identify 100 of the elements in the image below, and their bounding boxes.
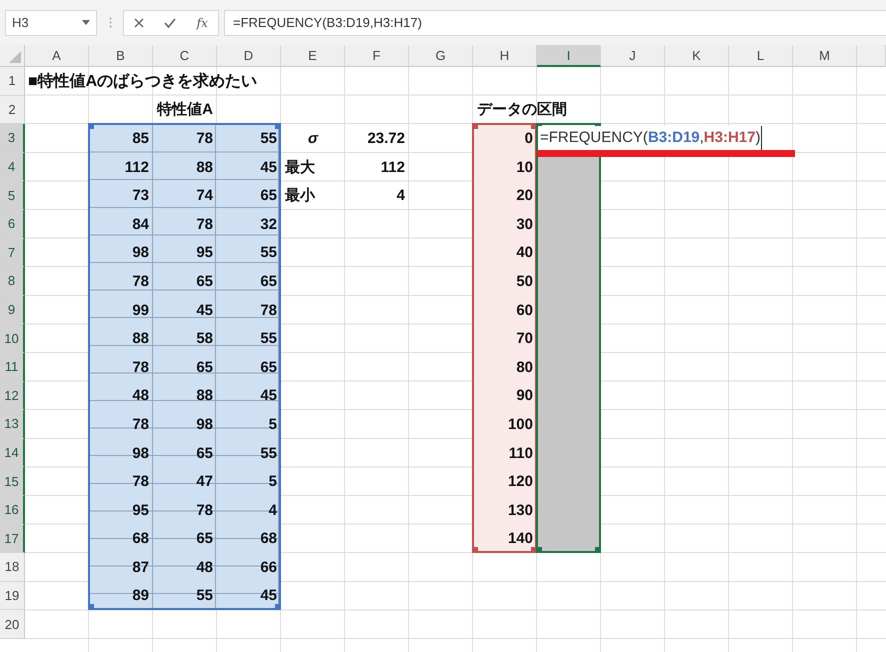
table-cell-text: 78 bbox=[195, 128, 214, 149]
table-cell-text: 88 bbox=[195, 386, 214, 406]
table-cell-text: 98 bbox=[131, 243, 150, 264]
table-cell-text: データの区間 bbox=[476, 100, 568, 120]
table-cell-text: 78 bbox=[131, 414, 150, 435]
row-header[interactable]: 1 bbox=[0, 67, 25, 96]
table-cell-text: 55 bbox=[259, 243, 278, 264]
table-cell-text: 10 bbox=[515, 158, 534, 178]
row-header[interactable]: 4 bbox=[0, 152, 25, 182]
table-cell-text: 80 bbox=[515, 358, 534, 378]
row-header[interactable]: 6 bbox=[0, 210, 25, 239]
row-header[interactable]: 11 bbox=[0, 352, 25, 382]
column-header[interactable]: A bbox=[25, 45, 89, 67]
table-cell-text: 84 bbox=[131, 214, 150, 235]
row-header[interactable]: 7 bbox=[0, 238, 25, 268]
table-cell-text: 87 bbox=[131, 558, 150, 578]
column-header[interactable]: K bbox=[665, 45, 729, 67]
table-cell-text: 99 bbox=[131, 300, 150, 321]
insert-function-button[interactable]: fx bbox=[196, 16, 208, 30]
table-cell-text: 100 bbox=[506, 414, 534, 435]
table-cell-text: 78 bbox=[259, 300, 278, 321]
table-cell-text: 78 bbox=[131, 472, 150, 492]
table-cell-text: 55 bbox=[259, 128, 278, 149]
row-header[interactable]: 14 bbox=[0, 438, 25, 468]
table-cell-text: 140 bbox=[506, 529, 534, 550]
table-cell-text: ■特性値Aのばらつきを求めたい bbox=[27, 72, 258, 92]
row-header[interactable]: 10 bbox=[0, 324, 25, 353]
name-box[interactable]: H3 bbox=[5, 10, 97, 36]
table-cell-text: 78 bbox=[195, 214, 214, 235]
column-header[interactable]: D bbox=[217, 45, 281, 67]
formula-field[interactable]: =FREQUENCY(B3:D19,H3:H17) bbox=[224, 10, 886, 36]
table-cell-text: 0 bbox=[524, 128, 534, 149]
table-cell-text: 32 bbox=[259, 214, 278, 235]
table-cell-text: 65 bbox=[259, 358, 278, 378]
table-cell-text: 5 bbox=[268, 414, 278, 435]
table-cell-text: 55 bbox=[195, 586, 214, 606]
row-header[interactable]: 12 bbox=[0, 382, 25, 410]
table-cell-text: σ bbox=[307, 128, 320, 149]
table-cell-text: 65 bbox=[259, 272, 278, 292]
table-cell-text: 45 bbox=[195, 300, 214, 321]
check-icon[interactable] bbox=[164, 18, 176, 28]
table-cell-text: 98 bbox=[195, 414, 214, 435]
table-cell-text: 78 bbox=[131, 358, 150, 378]
row-header[interactable]: 15 bbox=[0, 467, 25, 496]
table-cell-text: 30 bbox=[515, 214, 534, 235]
cancel-icon[interactable] bbox=[134, 18, 144, 28]
table-cell-text: 5 bbox=[268, 472, 278, 492]
column-header[interactable]: I bbox=[537, 45, 601, 67]
table-cell-text: 48 bbox=[131, 386, 150, 406]
row-header[interactable]: 20 bbox=[0, 610, 25, 639]
column-header[interactable]: G bbox=[409, 45, 473, 67]
cell-editor[interactable]: =FREQUENCY(B3:D19,H3:H17) bbox=[538, 126, 762, 150]
column-header[interactable]: J bbox=[601, 45, 665, 67]
column-header[interactable]: L bbox=[729, 45, 793, 67]
column-header[interactable]: C bbox=[153, 45, 217, 67]
table-cell-text: 23.72 bbox=[366, 128, 406, 149]
column-header[interactable]: E bbox=[281, 45, 345, 67]
row-header[interactable]: 16 bbox=[0, 496, 25, 524]
table-cell-text: 20 bbox=[515, 186, 534, 206]
column-header[interactable]: F bbox=[345, 45, 409, 67]
cell-reference: H3 bbox=[12, 15, 29, 30]
table-cell-text: 88 bbox=[131, 329, 150, 350]
table-cell-text: 120 bbox=[506, 472, 534, 492]
table-cell-text: 45 bbox=[259, 386, 278, 406]
row-header[interactable]: 2 bbox=[0, 96, 25, 124]
table-cell-text: 47 bbox=[195, 472, 214, 492]
table-cell-text: 73 bbox=[131, 186, 150, 206]
table-cell-text: 90 bbox=[515, 386, 534, 406]
table-cell-text: 88 bbox=[195, 158, 214, 178]
table-cell-text: 40 bbox=[515, 243, 534, 264]
table-cell-text: 112 bbox=[124, 158, 150, 178]
table-cell-text: 4 bbox=[396, 186, 406, 206]
row-header[interactable]: 5 bbox=[0, 181, 25, 210]
table-cell-text: 58 bbox=[195, 329, 214, 350]
row-header[interactable]: 18 bbox=[0, 553, 25, 582]
table-cell-text: 最小 bbox=[284, 186, 316, 206]
column-header[interactable]: H bbox=[473, 45, 537, 67]
dropdown-icon[interactable] bbox=[82, 20, 90, 25]
row-header[interactable]: 8 bbox=[0, 267, 25, 296]
table-cell-text: 95 bbox=[131, 500, 150, 521]
table-cell-text: 66 bbox=[259, 558, 278, 578]
table-cell-text: 48 bbox=[195, 558, 214, 578]
row-header[interactable]: 9 bbox=[0, 296, 25, 324]
table-cell-text: 98 bbox=[131, 444, 150, 464]
row-header[interactable]: 19 bbox=[0, 582, 25, 610]
table-cell-text: 特性値A bbox=[156, 100, 214, 120]
table-cell-text: 65 bbox=[195, 358, 214, 378]
column-header[interactable]: M bbox=[793, 45, 857, 67]
table-cell-text: 60 bbox=[515, 300, 534, 321]
table-cell-text: 65 bbox=[259, 186, 278, 206]
table-cell-text: 50 bbox=[515, 272, 534, 292]
table-cell-text: 85 bbox=[131, 128, 150, 149]
table-cell-text: 130 bbox=[506, 500, 534, 521]
row-header[interactable]: 17 bbox=[0, 524, 25, 554]
column-header[interactable]: B bbox=[89, 45, 153, 67]
grip-icon bbox=[108, 17, 112, 28]
row-header[interactable]: 13 bbox=[0, 410, 25, 439]
row-header[interactable]: 3 bbox=[0, 124, 25, 153]
table-cell-text: 65 bbox=[195, 444, 214, 464]
table-cell-text: 112 bbox=[380, 158, 406, 178]
